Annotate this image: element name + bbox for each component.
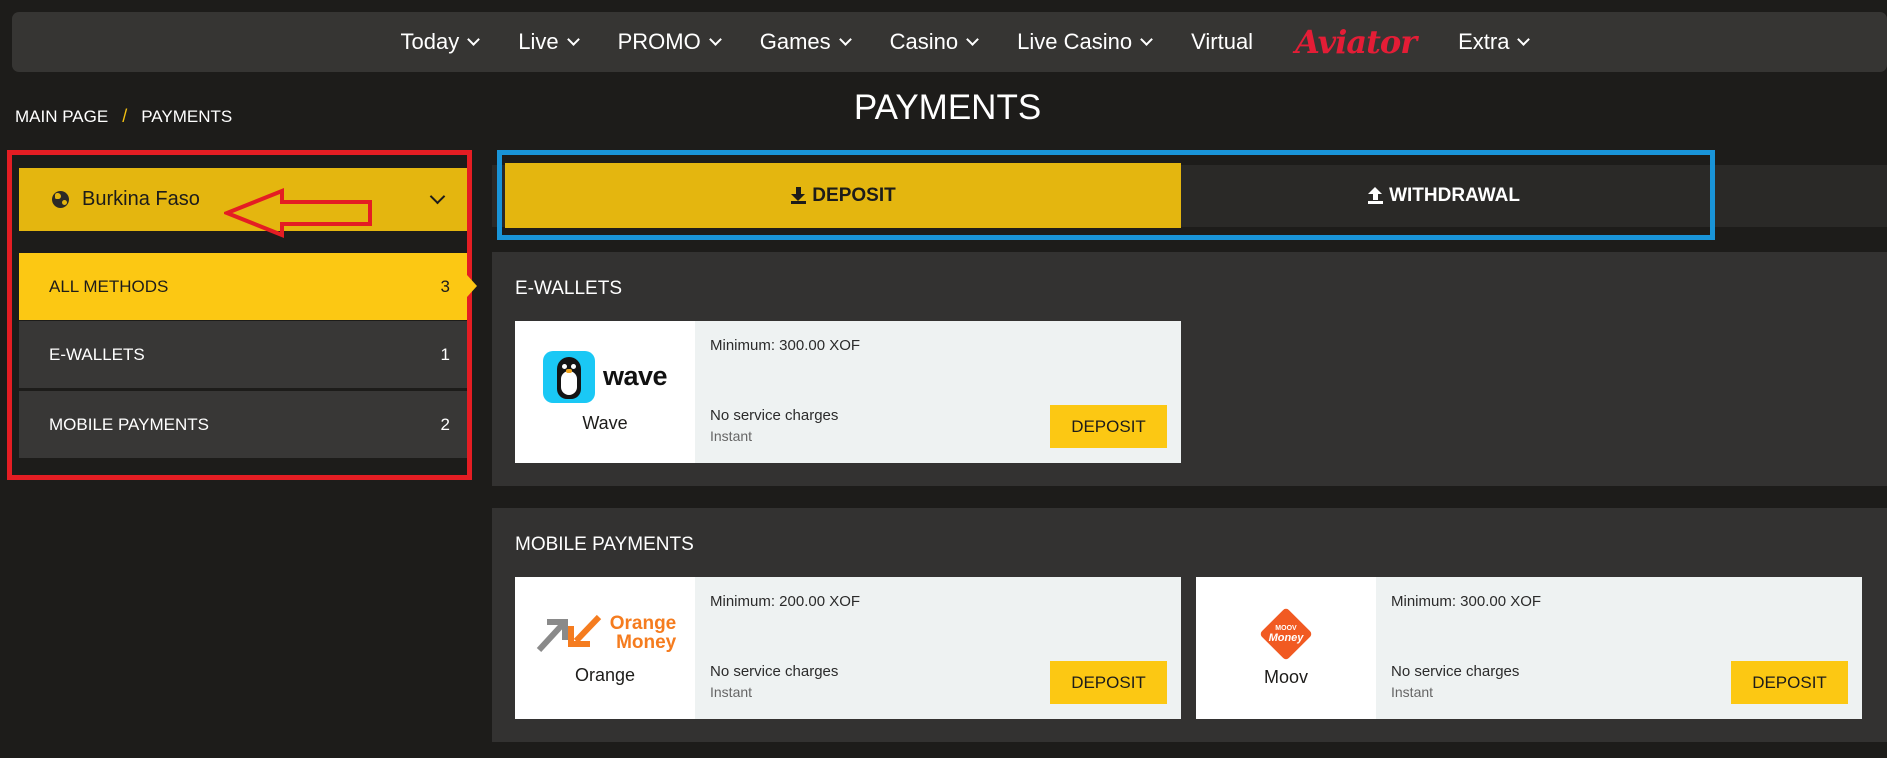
nav-item-live[interactable]: Live [498, 29, 597, 55]
tabs-highlight-box [497, 150, 1715, 240]
nav-item-virtual[interactable]: Virtual [1171, 29, 1273, 55]
nav-label: Live [518, 29, 559, 54]
nav-label: Today [400, 29, 460, 54]
payment-card-moov: MOOV Money Moov Minimum: 300.00 XOF No s… [1196, 577, 1862, 719]
page-title: PAYMENTS [853, 88, 1042, 127]
method-mobile-payments[interactable]: MOBILE PAYMENTS 2 [19, 391, 467, 458]
section-title: MOBILE PAYMENTS [515, 534, 694, 555]
minimum-amount: Minimum: 300.00 XOF [1391, 593, 1542, 610]
nav-label: PROMO [617, 29, 701, 54]
red-arrow-annotation-icon [224, 188, 372, 238]
minimum-amount: Minimum: 300.00 XOF [710, 337, 861, 354]
nav-item-casino[interactable]: Casino [870, 29, 997, 55]
deposit-button[interactable]: DEPOSIT [1731, 661, 1848, 704]
service-charges: No service charges [710, 663, 839, 680]
moov-money-logo: MOOV Money [1259, 606, 1313, 661]
card-logo: Orange Money Orange [515, 577, 695, 719]
method-name: Orange [574, 664, 636, 685]
globe-icon [52, 191, 69, 208]
country-selector[interactable]: Burkina Faso [19, 168, 467, 238]
sidebar-highlight-box: Burkina Faso ALL METHODS 3 E-WALLETS 1 M… [7, 150, 477, 480]
section-mobile-payments: MOBILE PAYMENTS Orange Money Orange Mini… [492, 508, 1887, 742]
method-label: MOBILE PAYMENTS [49, 414, 209, 434]
top-navigation: Today Live PROMO Games Casino Live Casin… [12, 12, 1887, 72]
processing-time: Instant [1391, 684, 1434, 700]
method-name: Wave [582, 412, 628, 433]
nav-item-games[interactable]: Games [740, 29, 870, 55]
deposit-button[interactable]: DEPOSIT [1050, 661, 1167, 704]
minimum-amount: Minimum: 200.00 XOF [710, 593, 861, 610]
nav-items: Today Live PROMO Games Casino Live Casin… [381, 23, 1549, 61]
nav-label: Casino [889, 29, 959, 54]
nav-label: Games [759, 29, 831, 54]
chevron-down-icon [1517, 32, 1531, 46]
wave-logo-text: wave [602, 361, 668, 391]
chevron-down-icon [708, 32, 722, 46]
chevron-down-icon [467, 32, 481, 46]
method-label: ALL METHODS [49, 276, 169, 296]
moov-logo-big-text: Money [1268, 631, 1304, 643]
service-charges: No service charges [1391, 663, 1520, 680]
chevron-down-icon [566, 32, 580, 46]
logo-line: Money [616, 631, 677, 653]
chevron-down-icon [838, 32, 852, 46]
nav-label: Live Casino [1017, 29, 1133, 54]
processing-time: Instant [710, 684, 753, 700]
card-info: Minimum: 300.00 XOF No service charges I… [1376, 577, 1862, 719]
penguin-icon [542, 350, 595, 403]
chevron-down-icon [1140, 32, 1153, 46]
method-all-methods[interactable]: ALL METHODS 3 [19, 253, 477, 320]
processing-time: Instant [710, 428, 753, 444]
payment-card-orange: Orange Money Orange Minimum: 200.00 XOF … [515, 577, 1181, 719]
service-charges: No service charges [710, 407, 839, 424]
card-info: Minimum: 300.00 XOF No service charges I… [695, 321, 1181, 463]
orange-money-arrows-icon [536, 614, 601, 652]
method-count: 3 [440, 276, 450, 296]
wave-logo: wave [542, 350, 668, 403]
method-count: 1 [440, 344, 450, 364]
moov-logo-small-text: MOOV [1275, 624, 1297, 631]
payment-card-wave: wave Wave Minimum: 300.00 XOF No service… [515, 321, 1181, 463]
method-e-wallets[interactable]: E-WALLETS 1 [19, 321, 467, 388]
nav-item-today[interactable]: Today [381, 29, 499, 55]
method-name: Moov [1263, 666, 1308, 687]
deposit-button[interactable]: DEPOSIT [1050, 405, 1167, 448]
aviator-logo[interactable]: Aviator [1273, 23, 1438, 61]
nav-label: Extra [1458, 29, 1510, 54]
chevron-down-icon [429, 188, 446, 205]
card-logo: wave Wave [515, 321, 695, 463]
nav-label: Virtual [1191, 29, 1254, 54]
card-info: Minimum: 200.00 XOF No service charges I… [695, 577, 1181, 719]
section-title: E-WALLETS [515, 278, 622, 299]
method-label: E-WALLETS [49, 344, 145, 364]
card-logo: MOOV Money Moov [1196, 577, 1376, 719]
section-e-wallets: E-WALLETS wave Wave Minimum: 300.00 XOF … [492, 252, 1887, 486]
orange-money-logo-text: Orange Money [610, 614, 677, 652]
chevron-down-icon [966, 32, 980, 46]
logo-line: Orange [609, 612, 677, 634]
country-name: Burkina Faso [82, 188, 200, 210]
orange-money-logo: Orange Money [534, 611, 677, 655]
nav-item-extra[interactable]: Extra [1438, 29, 1548, 55]
method-count: 2 [440, 414, 450, 434]
nav-item-promo[interactable]: PROMO [598, 29, 740, 55]
nav-item-live-casino[interactable]: Live Casino [997, 29, 1171, 55]
